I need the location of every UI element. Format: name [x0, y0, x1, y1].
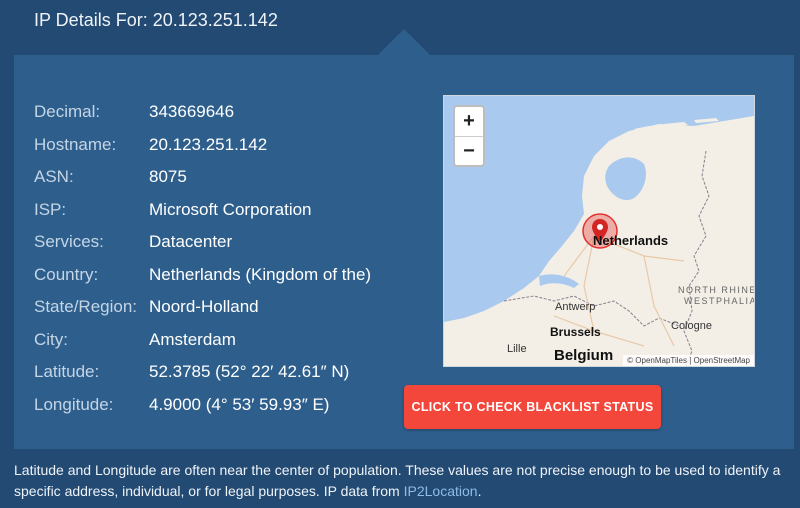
- detail-label: Decimal:: [34, 102, 101, 122]
- detail-row-isp: ISP: Microsoft Corporation: [34, 194, 414, 227]
- detail-value: 20.123.251.142: [149, 134, 268, 154]
- map-label-westphalia: WESTPHALIA: [684, 296, 755, 306]
- detail-label: City:: [34, 329, 68, 349]
- detail-value: Datacenter: [149, 232, 233, 252]
- map-label-north-rhine: NORTH RHINE: [678, 285, 755, 295]
- detail-label: Latitude:: [34, 362, 100, 382]
- detail-value: Netherlands (Kingdom of the): [149, 264, 372, 284]
- detail-row-hostname: Hostname: 20.123.251.142: [34, 129, 414, 162]
- detail-label: ISP:: [34, 199, 67, 219]
- zoom-out-button[interactable]: −: [455, 137, 483, 166]
- estuary: [539, 274, 579, 288]
- detail-value: Amsterdam: [149, 329, 236, 349]
- map-label-lille: Lille: [507, 343, 527, 355]
- detail-row-region: State/Region: Noord-Holland: [34, 291, 414, 324]
- detail-label: Longitude:: [34, 394, 114, 414]
- map-label-belgium: Belgium: [554, 347, 614, 364]
- footer-text: Latitude and Longitude are often near th…: [14, 462, 781, 499]
- detail-row-latitude: Latitude: 52.3785 (52° 22′ 42.61″ N): [34, 356, 414, 389]
- detail-label: State/Region:: [34, 297, 138, 317]
- check-blacklist-button[interactable]: CLICK TO CHECK BLACKLIST STATUS: [404, 385, 661, 429]
- ijsselmeer: [605, 157, 646, 201]
- detail-row-services: Services: Datacenter: [34, 226, 414, 259]
- panel-notch: [378, 29, 430, 55]
- detail-label: Country:: [34, 264, 99, 284]
- footer-end: .: [477, 483, 482, 499]
- detail-value: 8075: [149, 167, 187, 187]
- detail-value: 4.9000 (4° 53′ 59.93″ E): [149, 394, 330, 414]
- detail-value: Microsoft Corporation: [149, 199, 312, 219]
- page-title: IP Details For: 20.123.251.142: [34, 10, 278, 30]
- footer-note: Latitude and Longitude are often near th…: [14, 460, 784, 502]
- map-label-cologne: Cologne: [671, 320, 712, 332]
- ip-details-list: Decimal: 343669646 Hostname: 20.123.251.…: [34, 96, 414, 421]
- detail-row-decimal: Decimal: 343669646: [34, 96, 414, 129]
- detail-row-country: Country: Netherlands (Kingdom of the): [34, 259, 414, 292]
- detail-label: ASN:: [34, 167, 74, 187]
- map-label-netherlands: Netherlands: [593, 233, 669, 248]
- detail-value: 52.3785 (52° 22′ 42.61″ N): [149, 362, 350, 382]
- detail-label: Services:: [34, 232, 104, 252]
- detail-row-asn: ASN: 8075: [34, 161, 414, 194]
- map-attribution[interactable]: © OpenMapTiles | OpenStreetMap: [623, 355, 754, 366]
- zoom-in-button[interactable]: +: [455, 107, 483, 137]
- map-label-antwerp: Antwerp: [555, 301, 596, 313]
- location-map[interactable]: + − Netherlands Antwerp Brussels Lille C…: [443, 95, 755, 367]
- detail-row-city: City: Amsterdam: [34, 324, 414, 357]
- detail-row-longitude: Longitude: 4.9000 (4° 53′ 59.93″ E): [34, 389, 414, 422]
- ip2location-link[interactable]: IP2Location: [404, 483, 478, 499]
- detail-value: 343669646: [149, 102, 235, 122]
- detail-value: Noord-Holland: [149, 297, 259, 317]
- detail-label: Hostname:: [34, 134, 117, 154]
- zoom-control: + −: [453, 105, 485, 167]
- border-nl-de: [683, 150, 710, 366]
- map-label-brussels: Brussels: [550, 325, 601, 339]
